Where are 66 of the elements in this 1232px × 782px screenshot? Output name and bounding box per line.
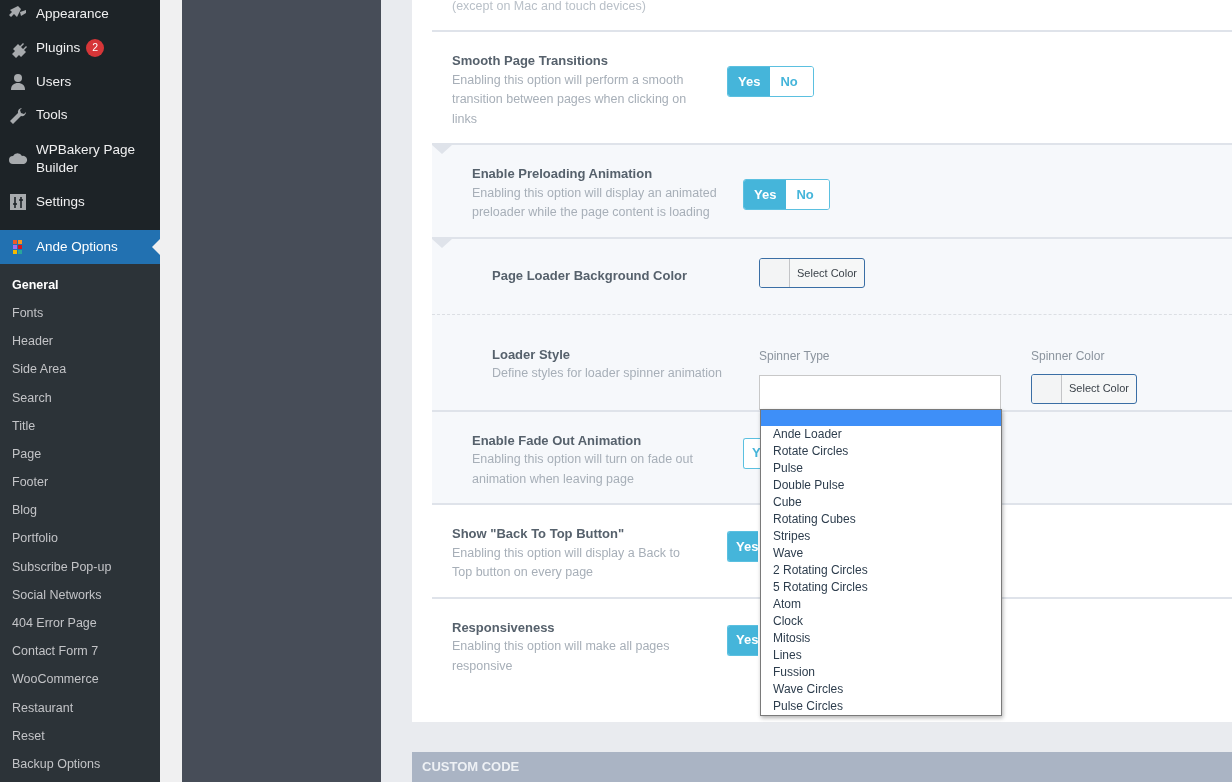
option-title: Show "Back To Top Button"	[452, 525, 626, 543]
option-description: Enabling this option will display an animated preloader while the page content is loading	[472, 184, 717, 221]
menu-item[interactable]: WPBakery Page Builder	[0, 132, 160, 186]
wrench-icon	[8, 105, 28, 126]
option-title: Page Loader Background Color	[492, 267, 689, 286]
dropdown-option[interactable]: Lines	[761, 646, 1001, 664]
submenu-item[interactable]: Page	[0, 440, 160, 469]
option-title: Smooth Page Transitions	[452, 52, 610, 70]
submenu-item[interactable]: 404 Error Page	[0, 609, 160, 638]
option-title: Enable Preloading Animation	[472, 165, 654, 183]
dropdown-option[interactable]: Ande Loader	[761, 425, 1001, 443]
submenu-item[interactable]: Contact Form 7	[0, 637, 160, 666]
dropdown-option[interactable]: Wave Circles	[761, 680, 1001, 698]
option-description: Enabling this option will perform a smooth transition between pages when clicking on links	[452, 71, 688, 128]
dropdown-option[interactable]: Wave	[761, 544, 1001, 562]
option-title: Responsiveness	[452, 618, 556, 637]
dropdown-option[interactable]: Cube	[761, 493, 1001, 511]
field-label: Spinner Color	[1031, 347, 1106, 365]
submenu-item[interactable]: WooCommerce	[0, 665, 160, 694]
menu-item[interactable]: Settings	[0, 185, 160, 220]
sliders-icon	[8, 192, 28, 213]
menu-item[interactable]: Ande Options	[0, 230, 160, 265]
dropdown-option[interactable]: 5 Rotating Circles	[761, 578, 1001, 596]
submenu-item[interactable]: Reset	[0, 722, 160, 751]
option-description: Enabling this option will make all pages responsive	[452, 638, 671, 675]
menu-item[interactable]: Plugins 2	[0, 30, 160, 65]
submenu-item[interactable]: Search	[0, 383, 160, 412]
dropdown-option[interactable]: Mitosis	[761, 629, 1001, 647]
menu-item[interactable]: Users	[0, 64, 160, 99]
submenu-item[interactable]: Header	[0, 327, 160, 356]
dropdown-option[interactable]	[761, 409, 1001, 426]
submenu-item[interactable]: Footer	[0, 468, 160, 497]
color-picker-button[interactable]: Select Color	[1031, 373, 1137, 404]
menu-item[interactable]: Appearance	[0, 0, 160, 31]
update-count-badge: 2	[86, 38, 105, 57]
submenu-item[interactable]: Fonts	[0, 299, 160, 328]
option-description: Define styles for loader spinner animation	[492, 365, 723, 382]
submenu-item[interactable]: Portfolio	[0, 524, 160, 553]
submenu-item[interactable]: Side Area	[0, 355, 160, 384]
option-note: (except on Mac and touch devices)	[451, 0, 646, 15]
submenu-item[interactable]: Blog	[0, 496, 160, 525]
option-description: Enabling this option will display a Back to Top button on every page	[452, 544, 681, 581]
dropdown-option[interactable]: Pulse Circles	[761, 697, 1001, 715]
field-label: Spinner Type	[759, 347, 831, 365]
dropdown-option[interactable]: Stripes	[761, 527, 1001, 545]
dropdown-option[interactable]: Atom	[761, 595, 1001, 613]
dropdown-option[interactable]: 2 Rotating Circles	[761, 561, 1001, 579]
option-description: Enabling this option will turn on fade out animation when leaving page	[472, 451, 694, 488]
section-title: CUSTOM CODE	[422, 759, 520, 775]
submenu-item[interactable]: Subscribe Pop-up	[0, 552, 160, 582]
user-icon	[8, 71, 28, 92]
submenu-item[interactable]: Backup Options	[0, 750, 160, 779]
dropdown-option[interactable]: Fussion	[761, 663, 1001, 681]
color-picker-button[interactable]: Select Color	[759, 258, 865, 288]
dropdown-option[interactable]: Clock	[761, 612, 1001, 630]
submenu-item[interactable]: General	[0, 271, 160, 300]
menu-item[interactable]: Tools	[0, 98, 160, 133]
option-title: Loader Style	[492, 345, 572, 364]
dropdown-option[interactable]: Rotate Circles	[761, 442, 1001, 460]
dropdown-option[interactable]: Pulse	[761, 459, 1001, 477]
dropdown-option[interactable]: Double Pulse	[761, 476, 1001, 494]
dropdown-option[interactable]: Rotating Cubes	[761, 510, 1001, 528]
submenu-item[interactable]: Restaurant	[0, 693, 160, 723]
submenu-item[interactable]: Social Networks	[0, 581, 160, 610]
option-title: Enable Fade Out Animation	[472, 431, 643, 450]
submenu-item[interactable]: Title	[0, 412, 160, 441]
